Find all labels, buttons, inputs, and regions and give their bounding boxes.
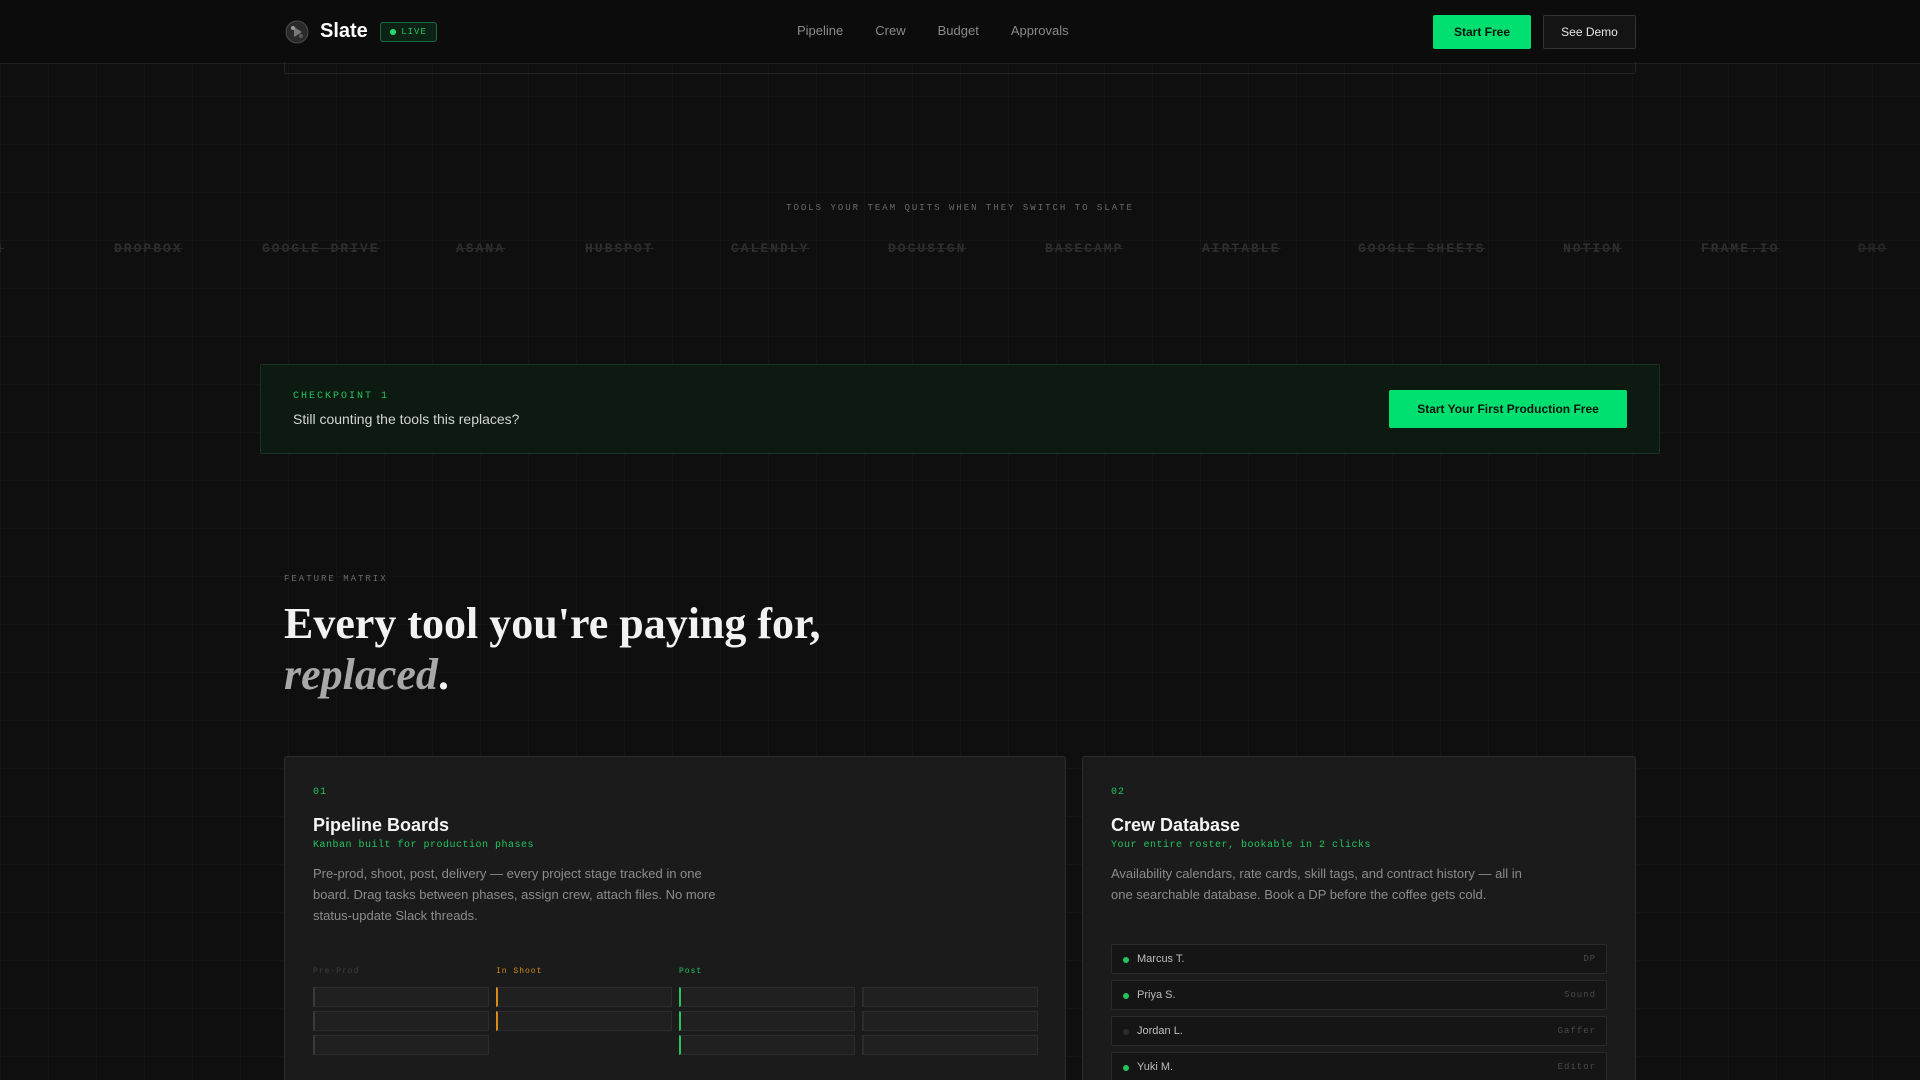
kanban-card[interactable] [862,1011,1038,1031]
tool-calendly: CALENDLY [731,241,810,256]
kanban-column-label: Pre-Prod [313,967,360,976]
crew-role: Editor [1557,1062,1596,1072]
crew-row[interactable]: Jordan L. Gaffer [1111,1016,1607,1046]
tool-hubspot: HUBSPOT [585,241,654,256]
crew-name: Marcus T. [1137,953,1185,965]
crew-row[interactable]: Yuki M. Editor [1111,1052,1607,1080]
tool-google-sheets: GOOGLE SHEETS [1358,241,1486,256]
tool-dropbox: DROPBOX [114,241,183,256]
kanban-column-label: In Shoot [496,967,543,976]
checkpoint-banner: CHECKPOINT 1 Still counting the tools th… [260,364,1660,454]
feature-matrix-title-end: . [437,650,449,699]
live-badge-label: LIVE [401,27,427,37]
card-number: 01 [313,787,328,798]
brand-name[interactable]: Slate [320,20,368,43]
tools-marquee: N DROPBOX GOOGLE DRIVE ASANA HUBSPOT CAL… [0,241,1920,259]
kanban-card[interactable] [496,987,672,1007]
kanban-column [862,967,1038,1055]
availability-dot-icon [1123,957,1129,963]
tool-fragment-left: N [0,241,4,256]
tool-google-drive: GOOGLE DRIVE [262,241,380,256]
nav-link-approvals[interactable]: Approvals [1011,23,1069,38]
kanban-card[interactable] [313,1035,489,1055]
crew-role: Sound [1563,990,1596,1000]
kanban-card[interactable] [679,1011,855,1031]
tool-notion: NOTION [1563,241,1622,256]
crew-name: Jordan L. [1137,1025,1183,1037]
feature-card-crew[interactable]: 02 Crew Database Your entire roster, boo… [1082,756,1636,1080]
nav-links: Pipeline Crew Budget Approvals [797,23,1069,38]
live-dot-icon [390,29,397,35]
hero-frame-bottom [284,62,1636,74]
crew-role: DP [1583,954,1596,964]
live-badge: LIVE [380,22,437,42]
kanban-column: In Shoot [496,967,672,1031]
feature-matrix-title-em: replaced [284,650,438,699]
card-description: Availability calendars, rate cards, skil… [1111,866,1522,902]
top-nav: Slate LIVE Pipeline Crew Budget Approval… [0,0,1920,64]
tool-fragment-right: DRO [1858,241,1888,256]
availability-dot-icon [1123,1029,1129,1035]
crew-row[interactable]: Marcus T. DP [1111,944,1607,974]
checkpoint-label: CHECKPOINT 1 [293,391,390,402]
card-title: Pipeline Boards [313,815,450,835]
feature-matrix-title-line1: Every tool you're paying for, [284,599,821,648]
kanban-card[interactable] [862,1035,1038,1055]
kanban-card[interactable] [496,1011,672,1031]
card-description: Pre-prod, shoot, post, delivery — every … [313,866,716,923]
checkpoint-text: Still counting the tools this replaces? [293,411,520,427]
kanban-column-label [862,967,1038,979]
kanban-column: Pre-Prod [313,967,489,1055]
card-subtitle: Your entire roster, bookable in 2 clicks [1111,840,1372,851]
feature-card-pipeline[interactable]: 01 Pipeline Boards Kanban built for prod… [284,756,1066,1080]
availability-dot-icon [1123,993,1129,999]
crew-name: Priya S. [1137,989,1176,1001]
nav-link-budget[interactable]: Budget [938,23,979,38]
tool-frame-io: FRAME.IO [1701,241,1780,256]
crew-list-preview: Marcus T. DP Priya S. Sound Jordan L. Gaffer Y… [1111,944,1607,1080]
card-subtitle: Kanban built for production phases [313,840,535,851]
feature-matrix-title: Every tool you're paying for, replaced. [284,598,984,700]
start-first-production-button[interactable]: Start Your First Production Free [1389,390,1627,428]
tool-airtable: AIRTABLE [1202,241,1281,256]
crew-name: Yuki M. [1137,1061,1174,1073]
tool-asana: ASANA [456,241,506,256]
crew-role: Gaffer [1557,1026,1596,1036]
kanban-card[interactable] [679,987,855,1007]
kanban-card[interactable] [862,987,1038,1007]
kanban-card[interactable] [679,1035,855,1055]
nav-link-pipeline[interactable]: Pipeline [797,23,843,38]
card-number: 02 [1111,787,1126,798]
see-demo-button[interactable]: See Demo [1543,15,1636,49]
availability-dot-icon [1123,1065,1129,1071]
nav-link-crew[interactable]: Crew [875,23,905,38]
tool-basecamp: BASECAMP [1045,241,1124,256]
slate-logo-icon[interactable] [285,20,309,44]
kanban-column-label: Post [679,967,703,976]
tool-docusign: DOCUSIGN [888,241,967,256]
feature-matrix-eyebrow: FEATURE MATRIX [284,574,388,584]
kanban-card[interactable] [313,987,489,1007]
crew-row[interactable]: Priya S. Sound [1111,980,1607,1010]
card-title: Crew Database [1111,815,1241,835]
kanban-card[interactable] [313,1011,489,1031]
start-free-button[interactable]: Start Free [1433,15,1531,49]
tools-title: TOOLS YOUR TEAM QUITS WHEN THEY SWITCH T… [786,203,1134,213]
kanban-column: Post [679,967,855,1055]
